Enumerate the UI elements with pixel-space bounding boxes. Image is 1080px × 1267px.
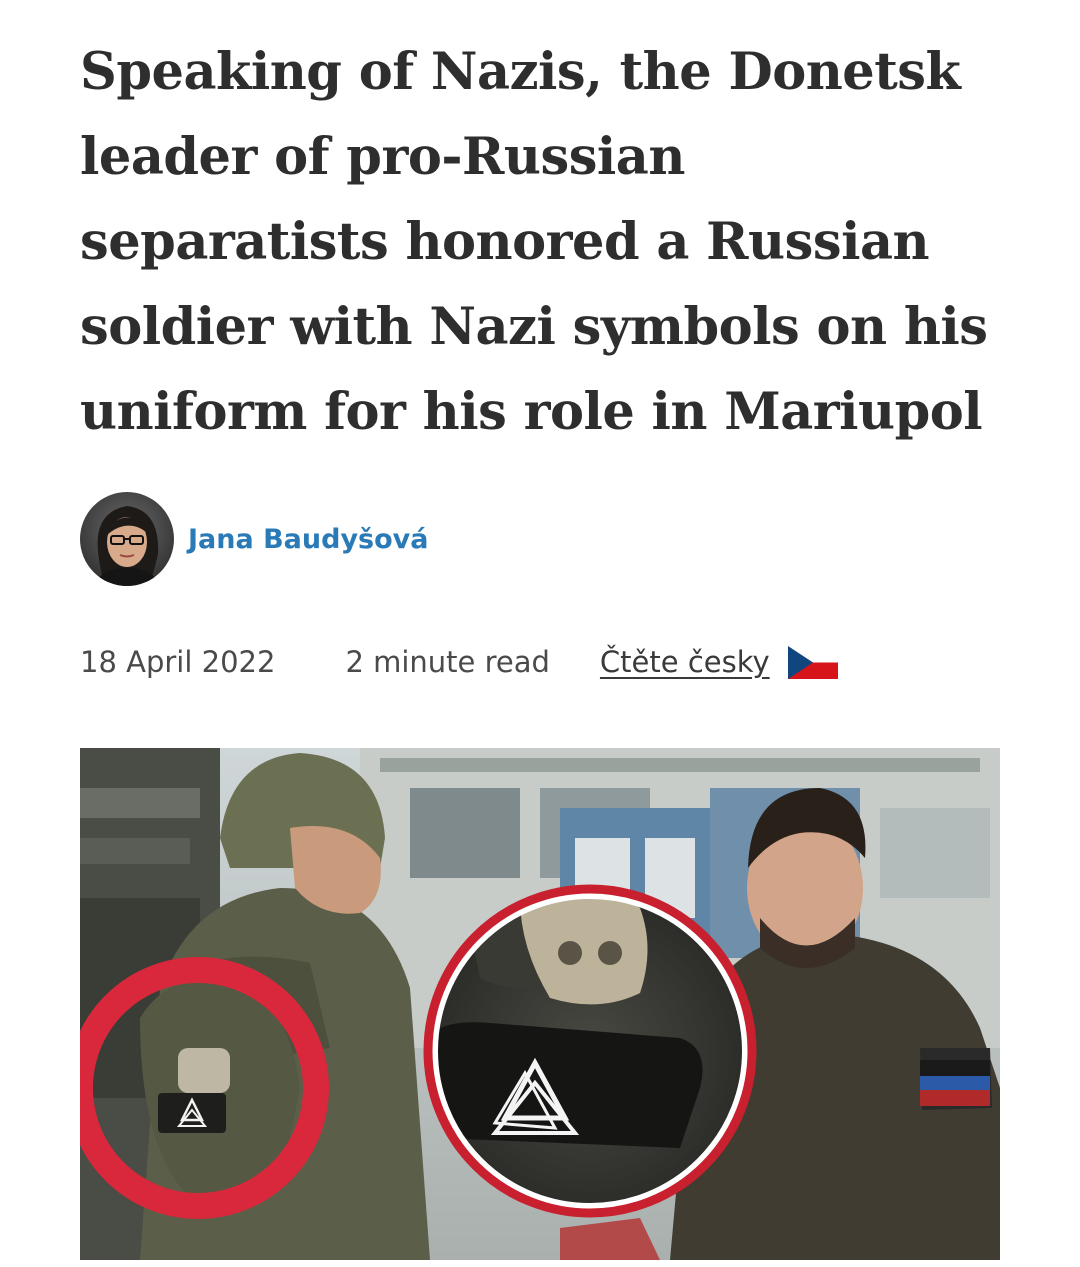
article-lead-image[interactable] bbox=[80, 748, 1000, 1260]
publish-date: 18 April 2022 bbox=[80, 645, 276, 679]
author-byline[interactable]: Jana Baudyšová bbox=[80, 492, 429, 586]
article-meta: 18 April 2022 2 minute read Čtěte česky bbox=[80, 640, 838, 684]
author-name-link[interactable]: Jana Baudyšová bbox=[188, 524, 429, 555]
article-headline: Speaking of Nazis, the Donetsk leader of… bbox=[80, 42, 988, 442]
author-avatar[interactable] bbox=[80, 492, 174, 586]
skull-patch-small bbox=[178, 1048, 230, 1093]
read-time: 2 minute read bbox=[345, 645, 550, 679]
czech-flag-icon[interactable] bbox=[787, 645, 838, 679]
read-in-czech-link[interactable]: Čtěte česky bbox=[600, 645, 770, 679]
valknut-patch-large bbox=[435, 1022, 703, 1148]
